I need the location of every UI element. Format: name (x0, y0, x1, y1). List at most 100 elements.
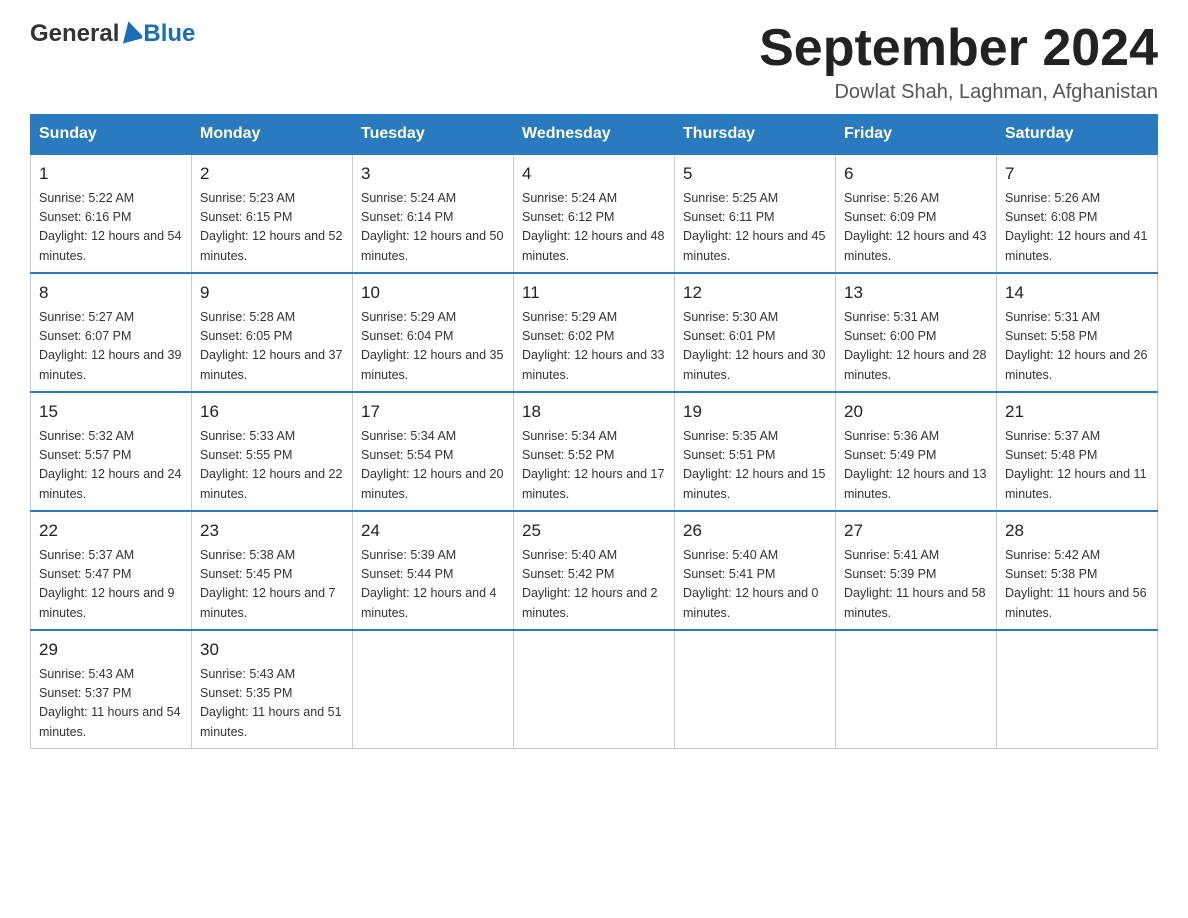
calendar-cell: 17Sunrise: 5:34 AMSunset: 5:54 PMDayligh… (353, 392, 514, 511)
calendar-cell: 21Sunrise: 5:37 AMSunset: 5:48 PMDayligh… (997, 392, 1158, 511)
day-number: 23 (200, 518, 344, 544)
calendar-cell: 15Sunrise: 5:32 AMSunset: 5:57 PMDayligh… (31, 392, 192, 511)
calendar-cell: 24Sunrise: 5:39 AMSunset: 5:44 PMDayligh… (353, 511, 514, 630)
header-thursday: Thursday (675, 115, 836, 155)
day-number: 11 (522, 280, 666, 306)
calendar-cell: 28Sunrise: 5:42 AMSunset: 5:38 PMDayligh… (997, 511, 1158, 630)
calendar-cell: 3Sunrise: 5:24 AMSunset: 6:14 PMDaylight… (353, 154, 514, 273)
header-friday: Friday (836, 115, 997, 155)
day-info: Sunrise: 5:32 AMSunset: 5:57 PMDaylight:… (39, 427, 183, 505)
title-area: September 2024 Dowlat Shah, Laghman, Afg… (759, 20, 1158, 104)
calendar-cell: 1Sunrise: 5:22 AMSunset: 6:16 PMDaylight… (31, 154, 192, 273)
calendar-cell: 10Sunrise: 5:29 AMSunset: 6:04 PMDayligh… (353, 273, 514, 392)
day-number: 6 (844, 161, 988, 187)
calendar-cell: 9Sunrise: 5:28 AMSunset: 6:05 PMDaylight… (192, 273, 353, 392)
calendar-cell: 20Sunrise: 5:36 AMSunset: 5:49 PMDayligh… (836, 392, 997, 511)
calendar-cell: 30Sunrise: 5:43 AMSunset: 5:35 PMDayligh… (192, 630, 353, 749)
day-number: 8 (39, 280, 183, 306)
calendar-cell: 29Sunrise: 5:43 AMSunset: 5:37 PMDayligh… (31, 630, 192, 749)
header-wednesday: Wednesday (514, 115, 675, 155)
day-info: Sunrise: 5:41 AMSunset: 5:39 PMDaylight:… (844, 546, 988, 624)
logo-triangle-icon (120, 21, 142, 47)
day-info: Sunrise: 5:36 AMSunset: 5:49 PMDaylight:… (844, 427, 988, 505)
header-tuesday: Tuesday (353, 115, 514, 155)
day-number: 9 (200, 280, 344, 306)
header-monday: Monday (192, 115, 353, 155)
day-info: Sunrise: 5:37 AMSunset: 5:48 PMDaylight:… (1005, 427, 1149, 505)
day-info: Sunrise: 5:23 AMSunset: 6:15 PMDaylight:… (200, 189, 344, 267)
calendar-cell: 13Sunrise: 5:31 AMSunset: 6:00 PMDayligh… (836, 273, 997, 392)
day-number: 12 (683, 280, 827, 306)
day-number: 19 (683, 399, 827, 425)
logo: General Blue (30, 20, 195, 48)
day-number: 13 (844, 280, 988, 306)
day-number: 14 (1005, 280, 1149, 306)
calendar-cell: 26Sunrise: 5:40 AMSunset: 5:41 PMDayligh… (675, 511, 836, 630)
calendar-cell (353, 630, 514, 749)
calendar-cell: 4Sunrise: 5:24 AMSunset: 6:12 PMDaylight… (514, 154, 675, 273)
logo-area: General Blue (30, 20, 195, 48)
calendar-cell: 27Sunrise: 5:41 AMSunset: 5:39 PMDayligh… (836, 511, 997, 630)
calendar-cell: 8Sunrise: 5:27 AMSunset: 6:07 PMDaylight… (31, 273, 192, 392)
calendar-table: Sunday Monday Tuesday Wednesday Thursday… (30, 114, 1158, 749)
day-number: 4 (522, 161, 666, 187)
day-number: 24 (361, 518, 505, 544)
calendar-cell (675, 630, 836, 749)
day-info: Sunrise: 5:29 AMSunset: 6:02 PMDaylight:… (522, 308, 666, 386)
calendar-cell: 12Sunrise: 5:30 AMSunset: 6:01 PMDayligh… (675, 273, 836, 392)
day-number: 27 (844, 518, 988, 544)
calendar-cell: 6Sunrise: 5:26 AMSunset: 6:09 PMDaylight… (836, 154, 997, 273)
calendar-cell: 19Sunrise: 5:35 AMSunset: 5:51 PMDayligh… (675, 392, 836, 511)
calendar-cell: 2Sunrise: 5:23 AMSunset: 6:15 PMDaylight… (192, 154, 353, 273)
week-row-3: 15Sunrise: 5:32 AMSunset: 5:57 PMDayligh… (31, 392, 1158, 511)
week-row-1: 1Sunrise: 5:22 AMSunset: 6:16 PMDaylight… (31, 154, 1158, 273)
day-info: Sunrise: 5:34 AMSunset: 5:54 PMDaylight:… (361, 427, 505, 505)
day-info: Sunrise: 5:43 AMSunset: 5:35 PMDaylight:… (200, 665, 344, 743)
day-number: 25 (522, 518, 666, 544)
day-number: 5 (683, 161, 827, 187)
day-info: Sunrise: 5:33 AMSunset: 5:55 PMDaylight:… (200, 427, 344, 505)
day-info: Sunrise: 5:42 AMSunset: 5:38 PMDaylight:… (1005, 546, 1149, 624)
day-number: 16 (200, 399, 344, 425)
calendar-cell: 11Sunrise: 5:29 AMSunset: 6:02 PMDayligh… (514, 273, 675, 392)
day-number: 28 (1005, 518, 1149, 544)
calendar-cell (836, 630, 997, 749)
day-number: 3 (361, 161, 505, 187)
day-info: Sunrise: 5:26 AMSunset: 6:09 PMDaylight:… (844, 189, 988, 267)
day-info: Sunrise: 5:28 AMSunset: 6:05 PMDaylight:… (200, 308, 344, 386)
day-info: Sunrise: 5:35 AMSunset: 5:51 PMDaylight:… (683, 427, 827, 505)
calendar-cell: 25Sunrise: 5:40 AMSunset: 5:42 PMDayligh… (514, 511, 675, 630)
calendar-cell: 23Sunrise: 5:38 AMSunset: 5:45 PMDayligh… (192, 511, 353, 630)
calendar-cell: 22Sunrise: 5:37 AMSunset: 5:47 PMDayligh… (31, 511, 192, 630)
day-number: 21 (1005, 399, 1149, 425)
month-title: September 2024 (759, 20, 1158, 77)
day-number: 10 (361, 280, 505, 306)
calendar-cell: 7Sunrise: 5:26 AMSunset: 6:08 PMDaylight… (997, 154, 1158, 273)
day-info: Sunrise: 5:38 AMSunset: 5:45 PMDaylight:… (200, 546, 344, 624)
day-number: 15 (39, 399, 183, 425)
day-number: 26 (683, 518, 827, 544)
day-number: 22 (39, 518, 183, 544)
day-info: Sunrise: 5:40 AMSunset: 5:41 PMDaylight:… (683, 546, 827, 624)
week-row-2: 8Sunrise: 5:27 AMSunset: 6:07 PMDaylight… (31, 273, 1158, 392)
day-info: Sunrise: 5:31 AMSunset: 5:58 PMDaylight:… (1005, 308, 1149, 386)
day-number: 17 (361, 399, 505, 425)
calendar-cell (514, 630, 675, 749)
day-number: 20 (844, 399, 988, 425)
day-info: Sunrise: 5:31 AMSunset: 6:00 PMDaylight:… (844, 308, 988, 386)
day-info: Sunrise: 5:26 AMSunset: 6:08 PMDaylight:… (1005, 189, 1149, 267)
logo-blue-text: Blue (143, 20, 195, 48)
day-number: 30 (200, 637, 344, 663)
day-info: Sunrise: 5:25 AMSunset: 6:11 PMDaylight:… (683, 189, 827, 267)
day-info: Sunrise: 5:43 AMSunset: 5:37 PMDaylight:… (39, 665, 183, 743)
day-info: Sunrise: 5:34 AMSunset: 5:52 PMDaylight:… (522, 427, 666, 505)
day-number: 18 (522, 399, 666, 425)
location-subtitle: Dowlat Shah, Laghman, Afghanistan (759, 81, 1158, 104)
calendar-cell: 18Sunrise: 5:34 AMSunset: 5:52 PMDayligh… (514, 392, 675, 511)
day-info: Sunrise: 5:37 AMSunset: 5:47 PMDaylight:… (39, 546, 183, 624)
day-number: 1 (39, 161, 183, 187)
calendar-cell (997, 630, 1158, 749)
week-row-4: 22Sunrise: 5:37 AMSunset: 5:47 PMDayligh… (31, 511, 1158, 630)
day-number: 7 (1005, 161, 1149, 187)
day-number: 29 (39, 637, 183, 663)
